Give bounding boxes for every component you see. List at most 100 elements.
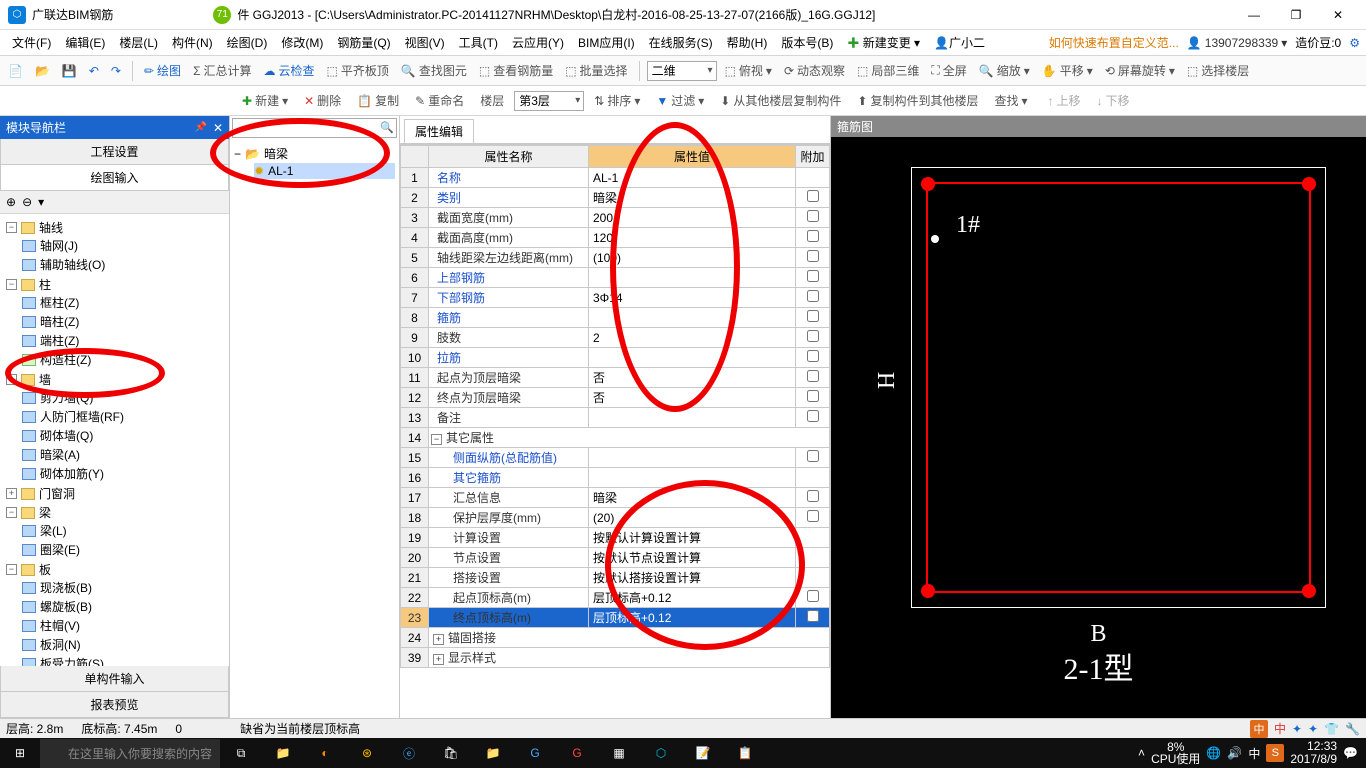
property-row[interactable]: 5轴线距梁左边线距离(mm)(100): [401, 248, 830, 268]
app-11[interactable]: 📝: [682, 738, 724, 768]
tray-sogou-icon[interactable]: S: [1266, 744, 1284, 762]
property-row[interactable]: 20节点设置按默认节点设置计算: [401, 548, 830, 568]
maximize-button[interactable]: ❐: [1276, 2, 1316, 28]
status-tool-3[interactable]: 👕: [1324, 722, 1339, 736]
property-row[interactable]: 4截面高度(mm)120: [401, 228, 830, 248]
copy-from-btn[interactable]: ⬇ 从其他楼层复制构件: [714, 90, 847, 111]
zoom-btn[interactable]: 🔍 缩放 ▾: [975, 60, 1034, 81]
save-icon[interactable]: 💾: [58, 62, 81, 80]
cloud-check-btn[interactable]: ☁ 云检查: [260, 60, 319, 81]
property-row[interactable]: 3截面宽度(mm)200: [401, 208, 830, 228]
property-row[interactable]: 11起点为顶层暗梁否: [401, 368, 830, 388]
new-change-button[interactable]: ✚ 新建变更 ▾: [841, 31, 926, 54]
minimize-button[interactable]: —: [1234, 2, 1274, 28]
taskbar-search[interactable]: 在这里输入你要搜索的内容: [40, 739, 220, 768]
tray-net-icon[interactable]: 🌐: [1206, 746, 1221, 760]
property-row[interactable]: 17汇总信息暗梁: [401, 488, 830, 508]
status-tool-1[interactable]: ✦: [1292, 722, 1302, 736]
menu-tool[interactable]: 工具(T): [453, 31, 504, 54]
tab-project-setting[interactable]: 工程设置: [0, 139, 229, 165]
menu-edit[interactable]: 编辑(E): [59, 31, 111, 54]
pan-btn[interactable]: ✋ 平移 ▾: [1038, 60, 1097, 81]
app-10[interactable]: ⬡: [640, 738, 682, 768]
rotate-btn[interactable]: ⟲ 屏幕旋转 ▾: [1101, 60, 1179, 81]
tray-ime-icon[interactable]: 中: [1248, 745, 1260, 762]
app-1[interactable]: 📁: [262, 738, 304, 768]
filter-btn[interactable]: ▼ 过滤 ▾: [650, 90, 710, 111]
property-row[interactable]: 39+显示样式: [401, 648, 830, 668]
local-3d-btn[interactable]: ⬚ 局部三维: [853, 60, 923, 81]
tab-report[interactable]: 报表预览: [0, 692, 229, 718]
menu-version[interactable]: 版本号(B): [775, 31, 839, 54]
gear-icon[interactable]: ⚙: [1349, 36, 1360, 50]
redo-icon[interactable]: ↷: [107, 62, 125, 80]
ime-text[interactable]: 中: [1274, 720, 1286, 737]
property-row[interactable]: 18保护层厚度(mm)(20): [401, 508, 830, 528]
list-item-al1[interactable]: ✹AL-1: [254, 163, 395, 179]
menu-cloud[interactable]: 云应用(Y): [506, 31, 570, 54]
menu-bim[interactable]: BIM应用(I): [572, 31, 641, 54]
find-btn[interactable]: 查找 ▾: [988, 90, 1033, 111]
taskview-icon[interactable]: ⧉: [220, 738, 262, 768]
tray-vol-icon[interactable]: 🔊: [1227, 746, 1242, 760]
status-tool-2[interactable]: ✦: [1308, 722, 1318, 736]
tab-single-input[interactable]: 单构件输入: [0, 666, 229, 692]
new-file-icon[interactable]: 📄: [4, 62, 27, 80]
component-tree[interactable]: −轴线 轴网(J) 辅助轴线(O) −柱 框柱(Z) 暗柱(Z) 端柱(Z) 构…: [0, 214, 229, 666]
menu-component[interactable]: 构件(N): [166, 31, 219, 54]
app-5[interactable]: 🛍: [430, 738, 472, 768]
property-row[interactable]: 12终点为顶层暗梁否: [401, 388, 830, 408]
property-row[interactable]: 10拉筋: [401, 348, 830, 368]
menu-file[interactable]: 文件(F): [6, 31, 57, 54]
property-row[interactable]: 9肢数2: [401, 328, 830, 348]
property-row[interactable]: 1名称AL-1: [401, 168, 830, 188]
property-row[interactable]: 8箍筋: [401, 308, 830, 328]
fullscreen-btn[interactable]: ⛶ 全屏: [927, 60, 970, 81]
menu-floor[interactable]: 楼层(L): [113, 31, 164, 54]
draw-btn[interactable]: ✏ 绘图: [140, 60, 185, 81]
menu-help[interactable]: 帮助(H): [721, 31, 774, 54]
sum-btn[interactable]: Σ 汇总计算: [189, 60, 255, 81]
floor-combo[interactable]: 第3层: [514, 91, 584, 111]
ime-icon[interactable]: 中: [1250, 720, 1268, 738]
view-rebar-btn[interactable]: ⬚ 查看钢筋量: [475, 60, 557, 81]
copy-to-btn[interactable]: ⬆ 复制构件到其他楼层: [851, 90, 984, 111]
list-root[interactable]: −📂暗梁: [234, 144, 395, 163]
property-row[interactable]: 21搭接设置按默认搭接设置计算: [401, 568, 830, 588]
phone-label[interactable]: 👤13907298339 ▾: [1187, 36, 1287, 50]
tree-menu-icon[interactable]: ▾: [38, 195, 44, 209]
align-btn[interactable]: ⬚ 平齐板顶: [323, 60, 393, 81]
undo-icon[interactable]: ↶: [85, 62, 103, 80]
app-8[interactable]: G: [556, 738, 598, 768]
new-btn[interactable]: ✚ 新建 ▾: [236, 90, 294, 111]
tree-hidden-beam[interactable]: 暗梁(A): [40, 446, 80, 463]
open-file-icon[interactable]: 📂: [31, 62, 54, 80]
close-button[interactable]: ✕: [1318, 2, 1358, 28]
sort-btn[interactable]: ⇅ 排序 ▾: [588, 90, 646, 111]
move-down-btn[interactable]: ↓ 下移: [1091, 90, 1136, 111]
menu-draw[interactable]: 绘图(D): [221, 31, 274, 54]
help-link[interactable]: 如何快速布置自定义范...: [1049, 34, 1179, 51]
property-row[interactable]: 15侧面纵筋(总配筋值): [401, 448, 830, 468]
rename-btn[interactable]: ✎ 重命名: [409, 90, 470, 111]
property-row[interactable]: 24+锚固搭接: [401, 628, 830, 648]
component-search[interactable]: [232, 118, 397, 138]
find-elem-btn[interactable]: 🔍 查找图元: [397, 60, 471, 81]
delete-btn[interactable]: ✕ 删除: [298, 90, 347, 111]
property-row[interactable]: 7下部钢筋3Φ14: [401, 288, 830, 308]
orbit-btn[interactable]: ⟳ 动态观察: [780, 60, 849, 81]
app-2[interactable]: ◐: [304, 738, 346, 768]
status-tool-4[interactable]: 🔧: [1345, 722, 1360, 736]
collapse-icon[interactable]: ⊖: [22, 195, 32, 209]
panel-close-icon[interactable]: ✕: [213, 121, 223, 135]
pin-icon[interactable]: 📌: [194, 122, 206, 133]
menu-rebar[interactable]: 钢筋量(Q): [331, 31, 396, 54]
copy-btn[interactable]: 📋 复制: [351, 90, 405, 111]
tray-expand-icon[interactable]: ˄: [1138, 746, 1145, 760]
property-grid[interactable]: 属性名称属性值附加 1名称AL-12类别暗梁3截面宽度(mm)2004截面高度(…: [400, 144, 830, 718]
app-7[interactable]: G: [514, 738, 556, 768]
property-row[interactable]: 6上部钢筋: [401, 268, 830, 288]
app-4[interactable]: ⓔ: [388, 738, 430, 768]
app-9[interactable]: ▦: [598, 738, 640, 768]
app-3[interactable]: ⊛: [346, 738, 388, 768]
